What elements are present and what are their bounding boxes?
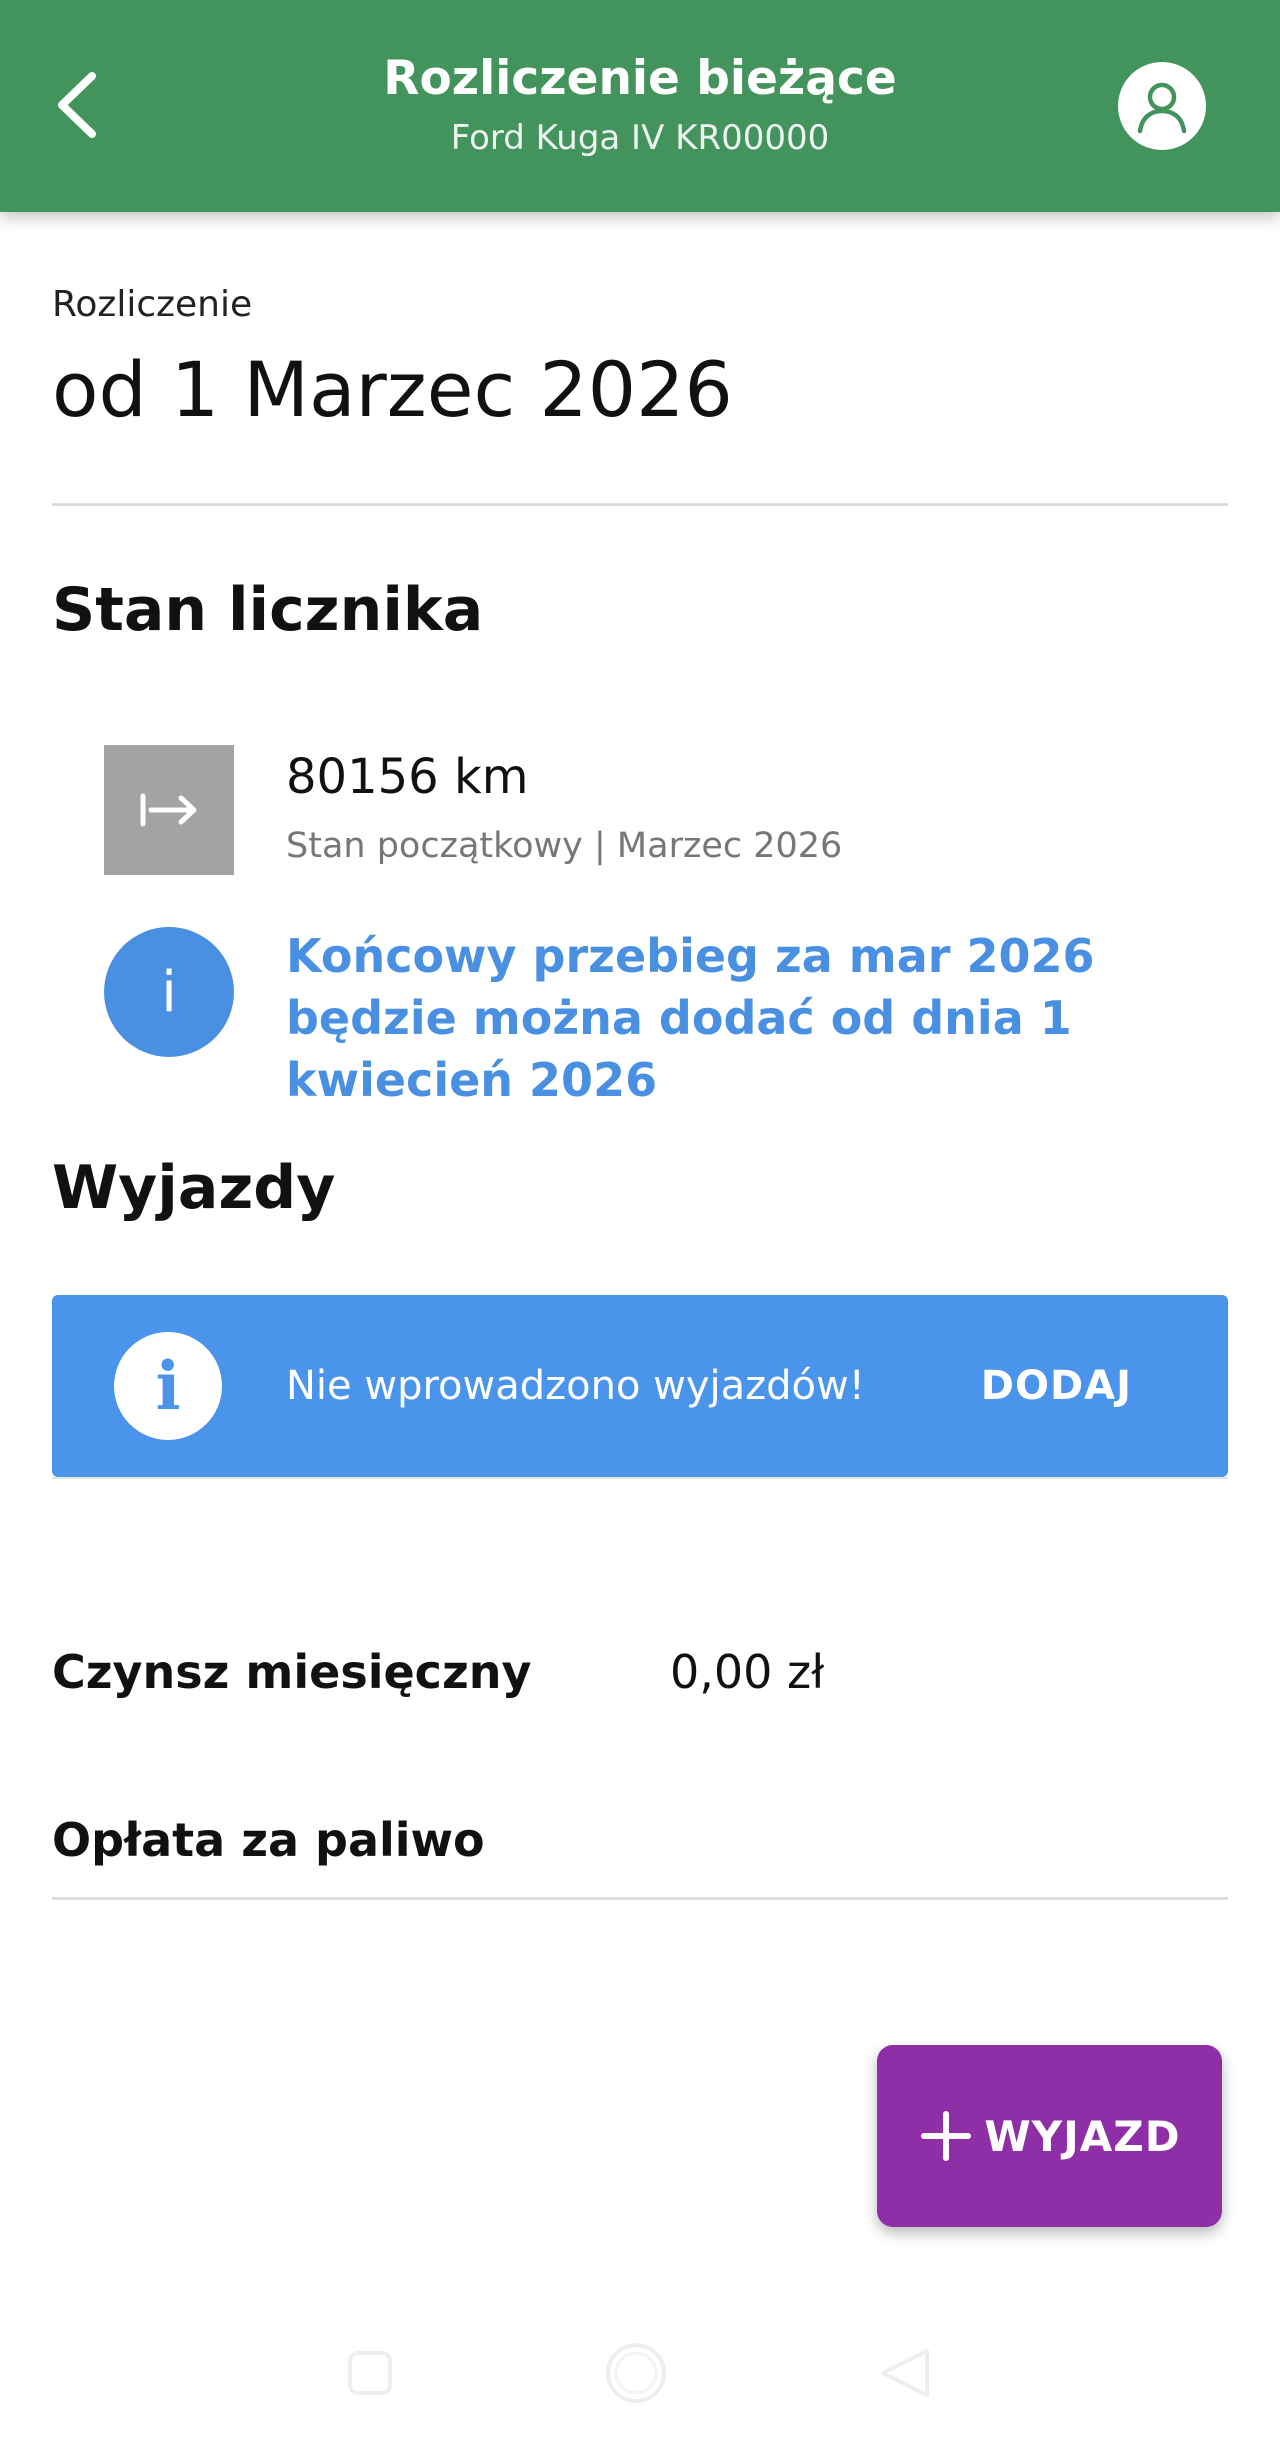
period-label: Rozliczenie xyxy=(52,284,253,325)
back-icon[interactable] xyxy=(870,2338,940,2408)
period-value: od 1 Marzec 2026 xyxy=(52,345,733,434)
fee-value-rent: 0,00 zł xyxy=(670,1645,825,1699)
chevron-left-icon xyxy=(58,72,96,138)
start-arrow-icon xyxy=(104,745,234,875)
back-button[interactable] xyxy=(44,60,108,150)
user-icon xyxy=(1137,82,1187,134)
page: Rozliczenie bieżące Ford Kuga IV KR00000… xyxy=(0,0,1280,2438)
profile-button[interactable] xyxy=(1118,62,1206,150)
add-trip-button[interactable]: WYJAZD xyxy=(877,2045,1222,2227)
add-trip-button-label: WYJAZD xyxy=(984,2111,1181,2161)
divider xyxy=(52,1897,1228,1900)
home-icon[interactable] xyxy=(601,2338,671,2408)
odometer-value: 80156 km xyxy=(286,749,529,805)
divider xyxy=(52,503,1228,506)
fee-label-rent: Czynsz miesięczny xyxy=(52,1645,532,1699)
odometer-section-title: Stan licznika xyxy=(52,575,484,645)
trips-section-title: Wyjazdy xyxy=(52,1153,336,1223)
no-trips-message: Nie wprowadzono wyjazdów! xyxy=(286,1363,865,1409)
app-bar: Rozliczenie bieżące Ford Kuga IV KR00000 xyxy=(0,0,1280,212)
header-titles: Rozliczenie bieżące Ford Kuga IV KR00000 xyxy=(240,44,1040,162)
odometer-info-message: Końcowy przebieg za mar 2026 będzie możn… xyxy=(286,929,1095,1107)
odometer-caption: Stan początkowy | Marzec 2026 xyxy=(286,826,843,866)
page-title: Rozliczenie bieżące xyxy=(383,51,897,106)
system-nav-bar xyxy=(0,2310,1280,2438)
fee-label-fuel: Opłata za paliwo xyxy=(52,1813,485,1867)
divider xyxy=(52,1477,1228,1479)
info-icon: i xyxy=(104,927,234,1057)
recents-icon[interactable] xyxy=(335,2338,405,2408)
no-trips-banner: i Nie wprowadzono wyjazdów! DODAJ xyxy=(52,1295,1228,1477)
vehicle-subtitle: Ford Kuga IV KR00000 xyxy=(450,118,830,158)
add-trip-link[interactable]: DODAJ xyxy=(981,1295,1132,1477)
plus-icon xyxy=(918,2108,974,2164)
info-icon: i xyxy=(114,1332,222,1440)
